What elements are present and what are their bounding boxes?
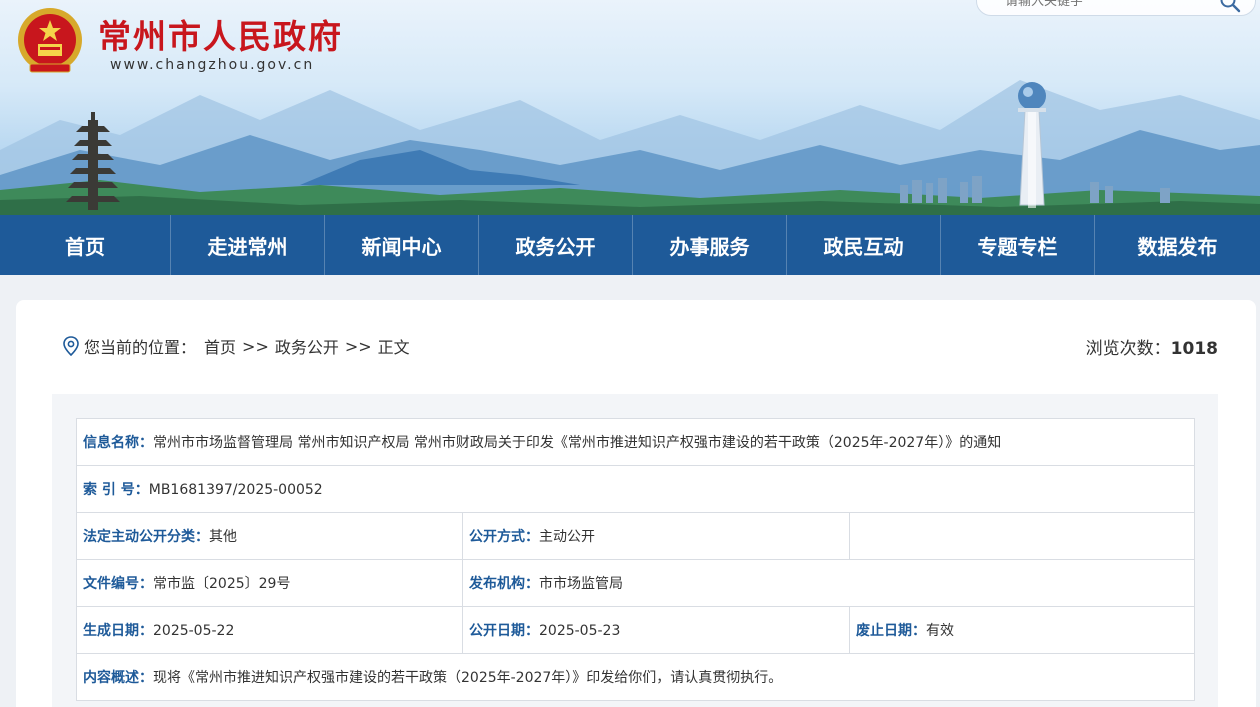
search-icon[interactable] xyxy=(1219,0,1241,13)
info-category-value: 其他 xyxy=(209,529,237,545)
nav-item-services[interactable]: 办事服务 xyxy=(632,215,786,275)
info-org-label: 发布机构： xyxy=(469,576,539,592)
info-summary-value: 现将《常州市推进知识产权强市建设的若干政策（2025年-2027年）》印发给你们… xyxy=(153,670,783,686)
info-method-value: 主动公开 xyxy=(539,529,595,545)
table-row: 文件编号：常市监〔2025〕29号 发布机构：市市场监管局 xyxy=(76,559,1195,607)
breadcrumb-separator: >> xyxy=(344,336,372,356)
info-panel: 信息名称：常州市市场监督管理局 常州市知识产权局 常州市财政局关于印发《常州市推… xyxy=(52,394,1218,707)
view-count-label: 浏览次数： xyxy=(1085,339,1171,359)
info-docno-value: 常市监〔2025〕29号 xyxy=(153,576,291,592)
table-row: 索 引 号：MB1681397/2025-00052 xyxy=(76,465,1195,513)
info-title-cell: 信息名称：常州市市场监督管理局 常州市知识产权局 常州市财政局关于印发《常州市推… xyxy=(76,418,1195,466)
nav-item-government-affairs[interactable]: 政务公开 xyxy=(478,215,632,275)
info-summary-label: 内容概述： xyxy=(83,670,153,686)
search-box xyxy=(976,0,1256,16)
info-published-cell: 公开日期：2025-05-23 xyxy=(462,606,850,654)
national-emblem-icon xyxy=(18,8,82,73)
info-created-label: 生成日期： xyxy=(83,623,153,639)
breadcrumb-prefix: 您当前的位置： xyxy=(84,338,197,357)
table-row: 信息名称：常州市市场监督管理局 常州市知识产权局 常州市财政局关于印发《常州市推… xyxy=(76,418,1195,466)
info-method-cell: 公开方式：主动公开 xyxy=(462,512,850,560)
info-expiry-cell: 废止日期：有效 xyxy=(849,606,1195,654)
info-org-cell: 发布机构：市市场监管局 xyxy=(462,559,1195,607)
main-nav: 首页 走进常州 新闻中心 政务公开 办事服务 政民互动 专题专栏 数据发布 xyxy=(0,215,1260,275)
site-url: www.changzhou.gov.cn xyxy=(110,57,315,73)
info-org-value: 市市场监管局 xyxy=(539,576,623,592)
info-category-cell: 法定主动公开分类：其他 xyxy=(76,512,463,560)
table-row: 生成日期：2025-05-22 公开日期：2025-05-23 废止日期：有效 xyxy=(76,606,1195,654)
info-published-value: 2025-05-23 xyxy=(539,623,621,639)
location-pin-icon xyxy=(63,336,79,356)
table-row: 法定主动公开分类：其他 公开方式：主动公开 xyxy=(76,512,1195,560)
info-expiry-value: 有效 xyxy=(926,623,954,639)
breadcrumb: 您当前的位置： 首页 >> 政务公开 >> 正文 xyxy=(62,334,410,358)
info-created-cell: 生成日期：2025-05-22 xyxy=(76,606,463,654)
info-empty-cell xyxy=(849,512,1195,560)
info-index-cell: 索 引 号：MB1681397/2025-00052 xyxy=(76,465,1195,513)
info-title-value: 常州市市场监督管理局 常州市知识产权局 常州市财政局关于印发《常州市推进知识产权… xyxy=(153,435,1002,451)
table-row: 内容概述：现将《常州市推进知识产权强市建设的若干政策（2025年-2027年）》… xyxy=(76,653,1195,701)
info-docno-cell: 文件编号：常市监〔2025〕29号 xyxy=(76,559,463,607)
site-title: 常州市人民政府 xyxy=(98,17,343,56)
info-published-label: 公开日期： xyxy=(469,623,539,639)
info-index-value: MB1681397/2025-00052 xyxy=(148,482,323,498)
content-card: 您当前的位置： 首页 >> 政务公开 >> 正文 浏览次数：1018 信息名称：… xyxy=(16,300,1256,707)
info-index-label: 索 引 号： xyxy=(83,482,149,498)
breadcrumb-home-link[interactable]: 首页 xyxy=(204,334,236,358)
nav-item-data-release[interactable]: 数据发布 xyxy=(1094,215,1260,275)
view-count: 浏览次数：1018 xyxy=(1086,334,1218,359)
info-created-value: 2025-05-22 xyxy=(153,623,235,639)
breadcrumb-separator: >> xyxy=(242,336,269,356)
breadcrumb-current: 正文 xyxy=(377,338,410,357)
nav-item-home[interactable]: 首页 xyxy=(0,215,170,275)
breadcrumb-gov-affairs-link[interactable]: 政务公开 xyxy=(275,334,339,358)
search-input[interactable] xyxy=(977,0,1207,15)
nav-item-interaction[interactable]: 政民互动 xyxy=(786,215,940,275)
info-title-label: 信息名称： xyxy=(83,435,153,451)
info-method-label: 公开方式： xyxy=(469,529,539,545)
info-docno-label: 文件编号： xyxy=(83,576,153,592)
nav-item-news-center[interactable]: 新闻中心 xyxy=(324,215,478,275)
view-count-value: 1018 xyxy=(1170,339,1218,359)
info-expiry-label: 废止日期： xyxy=(856,623,926,639)
info-summary-cell: 内容概述：现将《常州市推进知识产权强市建设的若干政策（2025年-2027年）》… xyxy=(76,653,1195,701)
nav-item-about-changzhou[interactable]: 走进常州 xyxy=(170,215,324,275)
site-banner: 常州市人民政府 www.changzhou.gov.cn xyxy=(0,0,1260,215)
info-category-label: 法定主动公开分类： xyxy=(83,529,209,545)
document-info-table: 信息名称：常州市市场监督管理局 常州市知识产权局 常州市财政局关于印发《常州市推… xyxy=(76,418,1195,701)
nav-item-special-topics[interactable]: 专题专栏 xyxy=(940,215,1094,275)
